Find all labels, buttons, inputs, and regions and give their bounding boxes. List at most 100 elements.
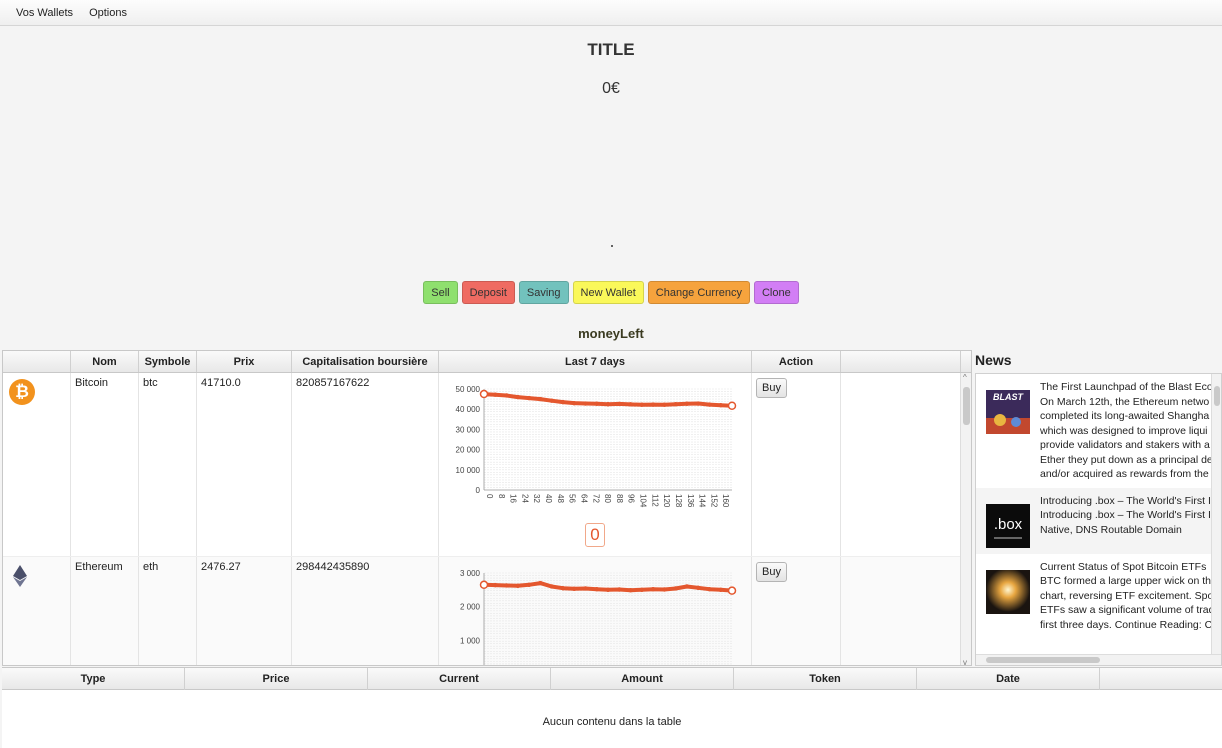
news-body-line: first three days. Continue Reading: C (1040, 618, 1213, 631)
data-point (617, 587, 622, 592)
news-scrollbar[interactable] (1211, 374, 1221, 654)
y-tick-label: 2 000 (460, 603, 481, 612)
y-tick-label: 1 000 (460, 636, 481, 645)
col-amount[interactable]: Amount (551, 668, 734, 690)
col-empty[interactable] (841, 351, 961, 372)
x-tick-label: 16 (509, 494, 518, 503)
x-tick-label: 24 (520, 494, 529, 503)
saving-button[interactable]: Saving (518, 281, 569, 304)
col-nom[interactable]: Nom (71, 351, 139, 372)
data-point (639, 587, 645, 593)
news-body-line: and/or acquired as rewards from the (1040, 468, 1209, 480)
crypto-table-scrollbar[interactable]: ^ v (960, 373, 971, 665)
menu-options[interactable]: Options (81, 7, 135, 19)
chart-badge[interactable]: 0 (585, 523, 605, 547)
x-tick-label: 8 (497, 494, 506, 499)
clone-button[interactable]: Clone (753, 281, 799, 304)
data-point (628, 402, 633, 407)
col-capitalisation[interactable]: Capitalisation boursière (292, 351, 439, 372)
x-tick-label: 160 (721, 494, 730, 508)
news-body-line: Native, DNS Routable Domain (1040, 523, 1182, 536)
btc-7day-chart: 50 00040 00030 00020 00010 00000 8 16 24 32 4… (456, 385, 737, 508)
chart-cell: 50 000 40 000 30 000 20 000 10 000 0 0 8 16 24 32 4… (439, 373, 752, 556)
data-point (707, 402, 712, 407)
x-tick-label: 128 (674, 494, 683, 508)
y-tick-label: 50 000 (456, 385, 481, 394)
x-tick-label: 32 (532, 494, 541, 503)
svg-text:BLAST: BLAST (993, 392, 1024, 402)
box-logo-image: .box (986, 503, 1030, 548)
data-point (515, 583, 521, 588)
data-point (650, 402, 656, 407)
x-tick-label: 80 (603, 494, 612, 503)
col-price[interactable]: Price (185, 668, 368, 690)
ethereum-icon (13, 565, 27, 587)
transactions-header: Type Price Current Amount Token Date (2, 668, 1222, 690)
col-type[interactable]: Type (2, 668, 185, 690)
col-icon[interactable] (3, 351, 71, 372)
crypto-table-body: ₿ Bitcoin btc 41710.0 820857167622 50 00… (3, 373, 971, 665)
data-point (673, 401, 678, 407)
buy-button[interactable]: Buy (756, 378, 787, 398)
x-tick-label: 144 (698, 494, 707, 508)
col-last-7-days[interactable]: Last 7 days (439, 351, 752, 372)
coin-name: Ethereum (71, 557, 139, 665)
data-point (560, 585, 566, 591)
data-point (718, 402, 723, 408)
news-item[interactable]: BLAST The First Launchpad of the Blast E… (976, 374, 1221, 488)
data-point (639, 402, 645, 407)
menu-vos-wallets[interactable]: Vos Wallets (8, 7, 81, 19)
data-point (549, 398, 554, 403)
new-wallet-button[interactable]: New Wallet (572, 281, 644, 304)
col-prix[interactable]: Prix (197, 351, 292, 372)
data-point (479, 389, 489, 399)
data-point (493, 392, 498, 397)
deposit-button[interactable]: Deposit (461, 281, 515, 304)
data-point (605, 587, 611, 593)
col-date[interactable]: Date (917, 668, 1100, 690)
scroll-down-icon[interactable]: v (963, 658, 967, 665)
x-tick-label: 136 (686, 494, 695, 508)
data-point (684, 401, 690, 406)
x-tick-label: 0 (485, 494, 494, 499)
col-token[interactable]: Token (734, 668, 917, 690)
table-row[interactable]: ₿ Bitcoin btc 41710.0 820857167622 50 00… (3, 373, 971, 557)
scroll-thumb[interactable] (986, 657, 1100, 663)
coin-market-cap: 298442435890 (292, 557, 439, 665)
change-currency-button[interactable]: Change Currency (647, 281, 750, 304)
news-list: BLAST The First Launchpad of the Blast E… (975, 373, 1222, 666)
buy-button[interactable]: Buy (756, 562, 787, 582)
coin-name: Bitcoin (71, 373, 139, 556)
data-point (526, 395, 532, 401)
data-point (695, 401, 701, 406)
x-tick-label: 152 (709, 494, 718, 508)
page-title: TITLE (587, 40, 635, 59)
coin-symbol: btc (139, 373, 197, 556)
scroll-thumb[interactable] (963, 387, 970, 425)
news-item[interactable]: Current Status of Spot Bitcoin ETFs BTC … (976, 553, 1221, 638)
data-point (684, 584, 690, 589)
news-headline: Introducing .box – The World's First I (1040, 494, 1211, 507)
data-point (650, 586, 656, 592)
scroll-thumb[interactable] (1214, 386, 1220, 406)
col-symbole[interactable]: Symbole (139, 351, 197, 372)
data-point (538, 580, 543, 586)
news-item[interactable]: .box Introducing .box – The World's Firs… (976, 487, 1221, 554)
data-point (583, 401, 588, 406)
table-row[interactable]: Ethereum eth 2476.27 298442435890 3 000 2… (3, 557, 971, 665)
coin-price: 2476.27 (197, 557, 292, 665)
chart-cell: 3 000 2 000 1 000 (439, 557, 752, 665)
scroll-up-icon[interactable]: ^ (963, 373, 967, 382)
sell-button[interactable]: Sell (423, 281, 458, 304)
data-point (662, 402, 667, 407)
data-point (538, 396, 543, 402)
news-h-scrollbar[interactable] (976, 654, 1221, 665)
coin-symbol: eth (139, 557, 197, 665)
menu-bar: Vos Wallets Options (0, 0, 1222, 26)
y-tick-label: 40 000 (456, 405, 481, 414)
y-tick-label: 10 000 (456, 466, 481, 475)
col-action[interactable]: Action (752, 351, 841, 372)
news-title: News (975, 352, 1012, 368)
col-current[interactable]: Current (368, 668, 551, 690)
news-body-line: ETFs saw a significant volume of trad (1040, 604, 1215, 616)
